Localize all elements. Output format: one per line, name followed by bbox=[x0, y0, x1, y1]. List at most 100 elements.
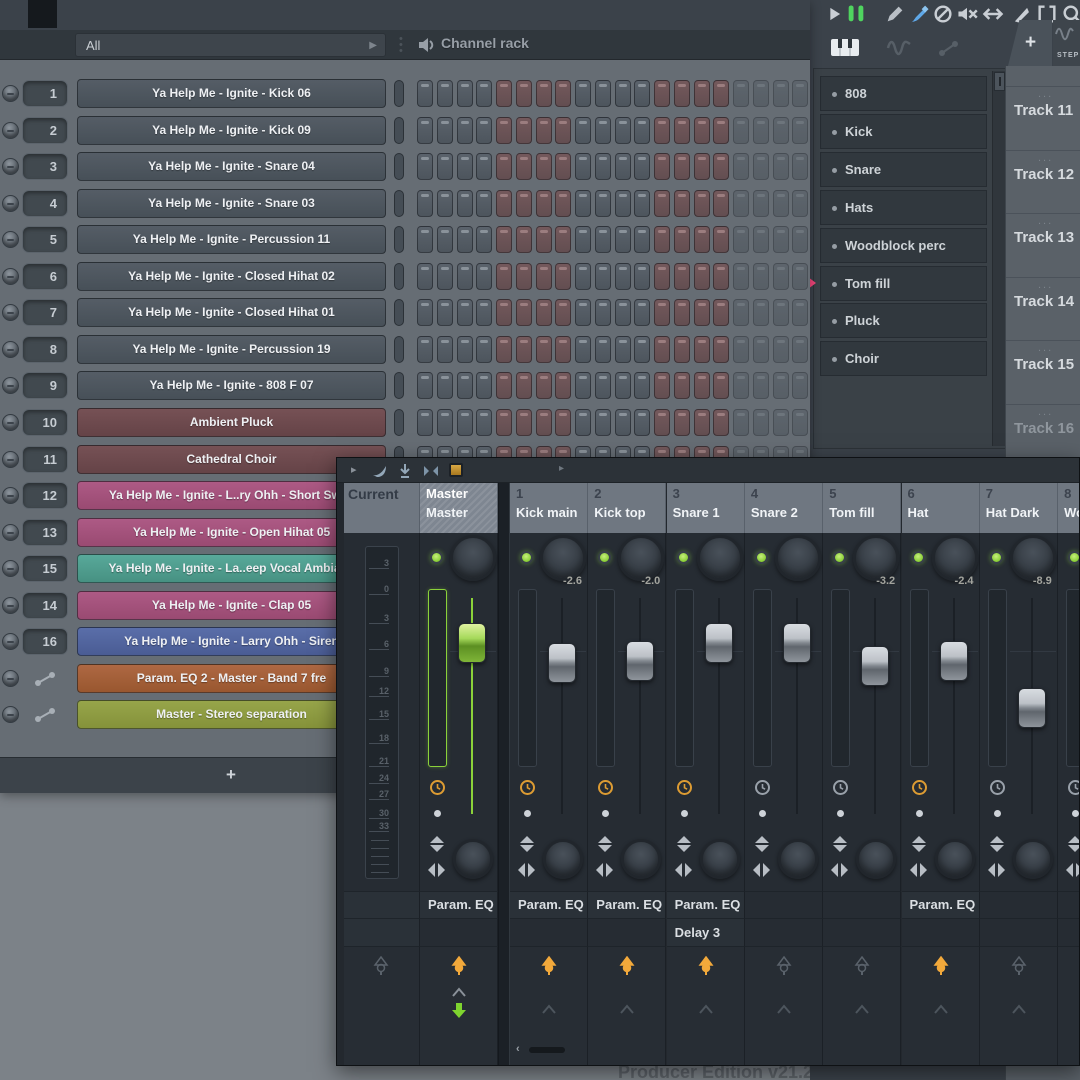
step-cell[interactable] bbox=[457, 153, 473, 180]
strip-stereo-knob[interactable] bbox=[1013, 839, 1053, 879]
channel-number-box[interactable]: 14 bbox=[22, 592, 68, 619]
step-cell[interactable] bbox=[555, 299, 571, 326]
fx-enable-bulb-icon[interactable] bbox=[372, 956, 390, 978]
step-cell[interactable] bbox=[575, 190, 591, 217]
step-cell[interactable] bbox=[516, 263, 532, 290]
step-cell[interactable] bbox=[773, 299, 789, 326]
strip-volume-fader[interactable] bbox=[783, 623, 811, 663]
channel-mute-led[interactable] bbox=[2, 268, 19, 285]
channel-button[interactable]: Ya Help Me - Ignite - 808 F 07 bbox=[77, 371, 386, 400]
fx-enable-bulb-icon[interactable] bbox=[540, 956, 558, 978]
step-cell[interactable] bbox=[516, 153, 532, 180]
step-cell[interactable] bbox=[792, 117, 808, 144]
step-cell[interactable] bbox=[417, 190, 433, 217]
send-up-chevron-icon[interactable] bbox=[933, 1002, 949, 1014]
step-cell[interactable] bbox=[792, 190, 808, 217]
step-cell[interactable] bbox=[674, 409, 690, 436]
fx-slot[interactable] bbox=[823, 918, 901, 946]
step-cell[interactable] bbox=[654, 336, 670, 363]
step-cell[interactable] bbox=[437, 226, 453, 253]
step-cell[interactable] bbox=[536, 336, 552, 363]
pattern-item[interactable]: Tom fill bbox=[820, 266, 987, 301]
step-cell[interactable] bbox=[555, 190, 571, 217]
step-cell[interactable] bbox=[555, 153, 571, 180]
pattern-item[interactable]: 808 bbox=[820, 76, 987, 111]
step-cell[interactable] bbox=[476, 190, 492, 217]
step-cell[interactable] bbox=[595, 226, 611, 253]
channel-mute-led[interactable] bbox=[2, 670, 19, 687]
mixer-hscroll-bar[interactable] bbox=[529, 1047, 565, 1053]
mixer-strip-header[interactable]: 1Kick main bbox=[510, 483, 588, 533]
step-cell[interactable] bbox=[615, 336, 631, 363]
plugin-delay-clock-icon[interactable] bbox=[429, 779, 446, 796]
mixer-strip-header[interactable]: 8Wo bbox=[1058, 483, 1080, 533]
step-cell[interactable] bbox=[417, 336, 433, 363]
stereo-separation-arrows[interactable] bbox=[990, 836, 1004, 854]
step-cell[interactable] bbox=[773, 117, 789, 144]
step-cell[interactable] bbox=[792, 80, 808, 107]
step-cell[interactable] bbox=[516, 299, 532, 326]
channel-mute-led[interactable] bbox=[2, 487, 19, 504]
channel-button[interactable]: Ya Help Me - Ignite - Kick 06 bbox=[77, 79, 386, 108]
pan-arrows[interactable] bbox=[428, 863, 448, 877]
step-cell[interactable] bbox=[496, 372, 512, 399]
scrollbar-thumb[interactable] bbox=[994, 72, 1005, 91]
step-cell[interactable] bbox=[674, 299, 690, 326]
step-cell[interactable] bbox=[654, 299, 670, 326]
track-name[interactable]: Track 13 bbox=[1014, 229, 1074, 246]
step-cell[interactable] bbox=[575, 117, 591, 144]
step-cell[interactable] bbox=[654, 372, 670, 399]
step-cell[interactable] bbox=[417, 80, 433, 107]
step-cell[interactable] bbox=[713, 226, 729, 253]
step-cell[interactable] bbox=[634, 153, 650, 180]
pan-arrows[interactable] bbox=[753, 863, 773, 877]
step-cell[interactable] bbox=[496, 190, 512, 217]
step-cell[interactable] bbox=[615, 263, 631, 290]
pattern-list-scrollbar[interactable] bbox=[992, 71, 1005, 446]
step-cell[interactable] bbox=[792, 153, 808, 180]
step-cell[interactable] bbox=[437, 190, 453, 217]
channel-mute-led[interactable] bbox=[2, 304, 19, 321]
automation-tab[interactable] bbox=[938, 38, 960, 58]
step-cell[interactable] bbox=[615, 299, 631, 326]
mixer-strip-header[interactable]: 4Snare 2 bbox=[745, 483, 823, 533]
step-cell[interactable] bbox=[694, 80, 710, 107]
step-cell[interactable] bbox=[496, 117, 512, 144]
step-cell[interactable] bbox=[733, 117, 749, 144]
step-cell[interactable] bbox=[575, 299, 591, 326]
step-cell[interactable] bbox=[694, 226, 710, 253]
step-cell[interactable] bbox=[595, 80, 611, 107]
step-cell[interactable] bbox=[753, 409, 769, 436]
channel-button[interactable]: Ya Help Me - Ignite - Closed Hihat 01 bbox=[77, 298, 386, 327]
step-cell[interactable] bbox=[654, 226, 670, 253]
stereo-separation-arrows[interactable] bbox=[1068, 836, 1080, 854]
step-cell[interactable] bbox=[575, 153, 591, 180]
stereo-separation-arrows[interactable] bbox=[833, 836, 847, 854]
fx-slot[interactable] bbox=[902, 918, 980, 946]
pan-arrows[interactable] bbox=[1066, 863, 1080, 877]
step-cell[interactable] bbox=[733, 226, 749, 253]
strip-enable-led[interactable] bbox=[990, 551, 1003, 564]
step-cell[interactable] bbox=[536, 372, 552, 399]
channel-mute-led[interactable] bbox=[2, 414, 19, 431]
fx-slot[interactable]: Param. EQ 2 bbox=[420, 891, 498, 918]
step-cell[interactable] bbox=[476, 80, 492, 107]
step-cell[interactable] bbox=[417, 263, 433, 290]
channel-mute-led[interactable] bbox=[2, 633, 19, 650]
track-name[interactable]: Track 15 bbox=[1014, 356, 1074, 373]
fx-enable-bulb-icon[interactable] bbox=[697, 956, 715, 978]
step-cell[interactable] bbox=[634, 80, 650, 107]
step-cell[interactable] bbox=[437, 299, 453, 326]
step-cell[interactable] bbox=[457, 409, 473, 436]
channel-number-box[interactable]: 7 bbox=[22, 299, 68, 326]
step-cell[interactable] bbox=[595, 263, 611, 290]
step-cell[interactable] bbox=[615, 153, 631, 180]
step-cell[interactable] bbox=[516, 409, 532, 436]
step-cell[interactable] bbox=[753, 372, 769, 399]
strip-stereo-knob[interactable] bbox=[453, 839, 493, 879]
step-cell[interactable] bbox=[634, 117, 650, 144]
pattern-item[interactable]: Choir bbox=[820, 341, 987, 376]
fx-enable-bulb-icon[interactable] bbox=[450, 956, 468, 978]
strip-pan-knob[interactable] bbox=[775, 535, 821, 581]
strip-volume-fader[interactable] bbox=[705, 623, 733, 663]
